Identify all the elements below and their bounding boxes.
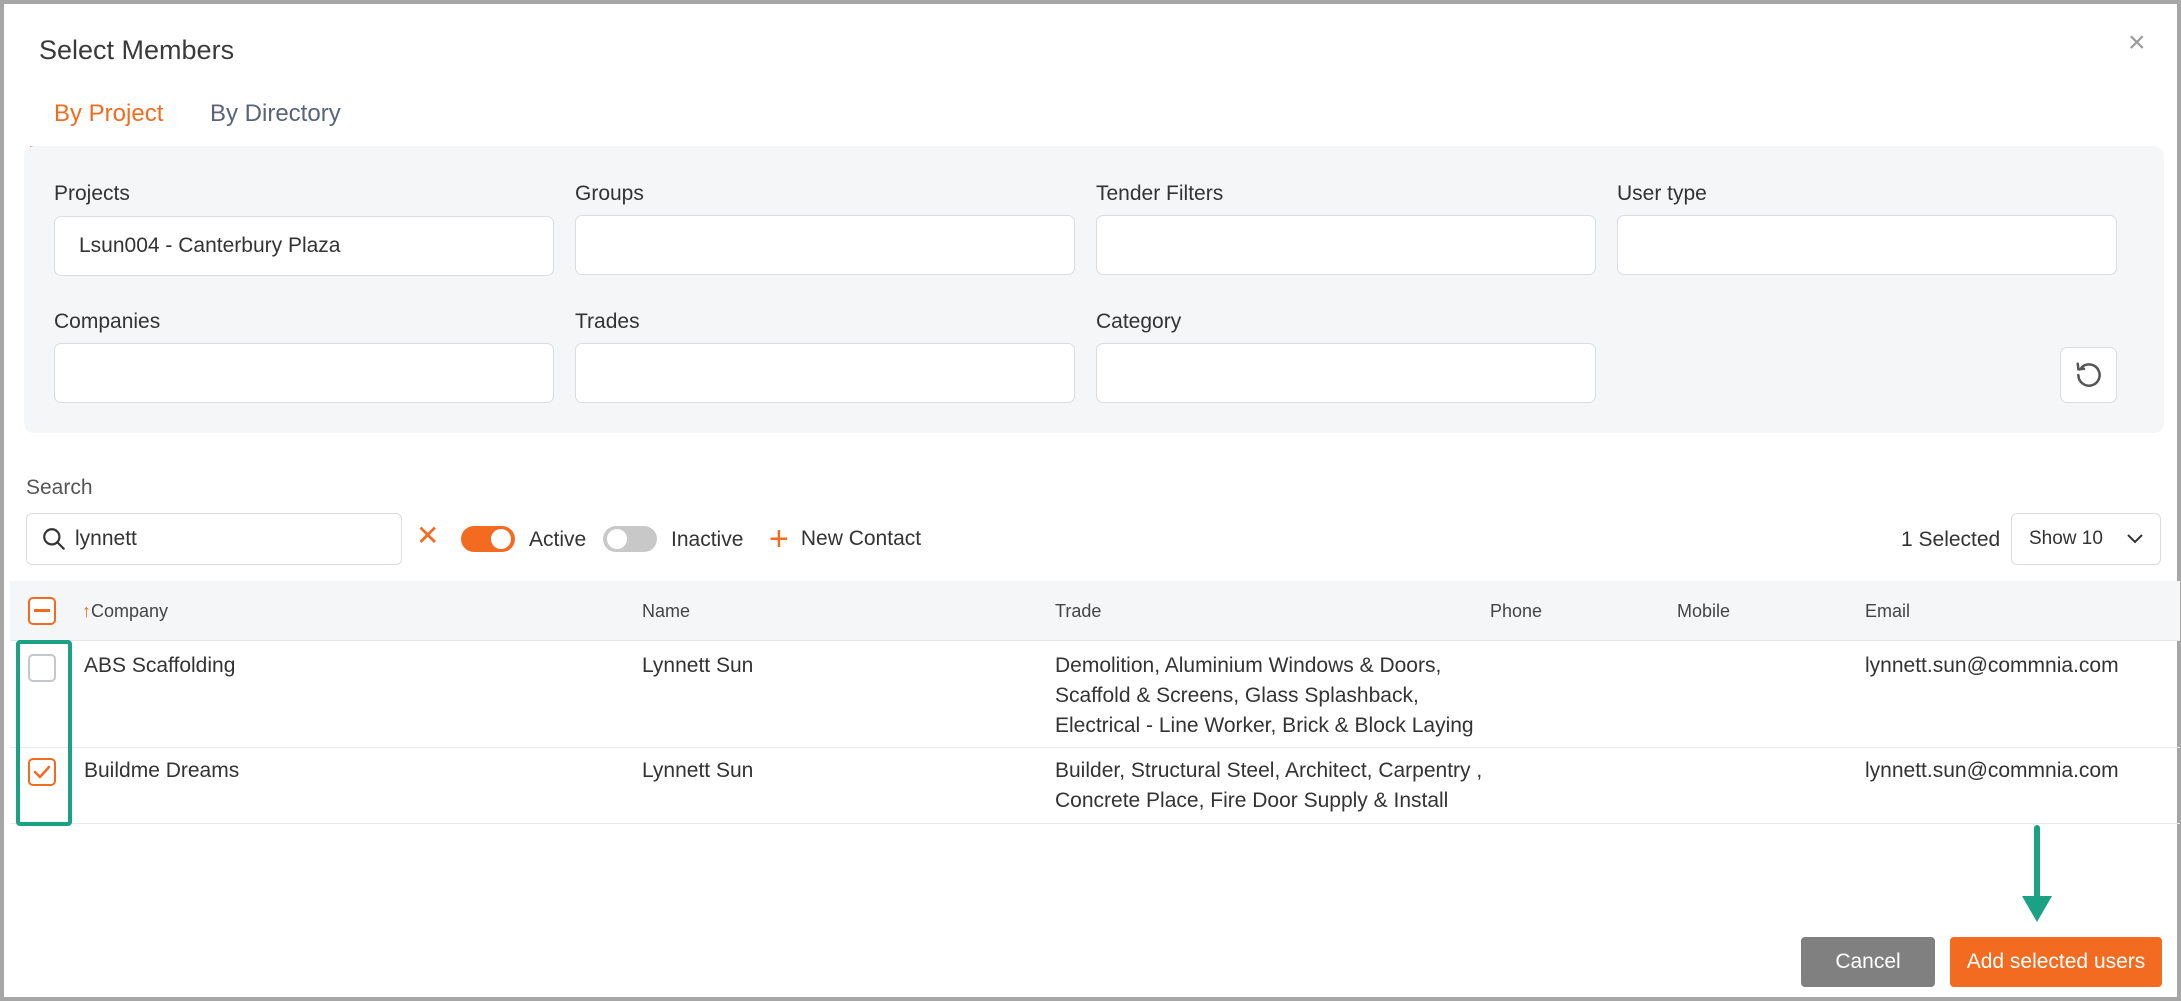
select-all-checkbox[interactable] xyxy=(28,597,56,625)
trades-select[interactable] xyxy=(575,343,1075,403)
page-size-select[interactable]: Show 10 xyxy=(2011,513,2161,565)
plus-icon: + xyxy=(769,520,789,558)
clear-icon[interactable]: ✕ xyxy=(416,522,439,550)
inactive-label: Inactive xyxy=(671,528,744,551)
minus-icon xyxy=(34,609,50,612)
projects-label: Projects xyxy=(54,182,130,205)
dialog-title: Select Members xyxy=(39,35,235,65)
companies-label: Companies xyxy=(54,310,161,333)
projects-value: Lsun004 - Canterbury Plaza xyxy=(79,234,341,257)
search-box xyxy=(26,513,402,565)
groups-label: Groups xyxy=(575,182,644,205)
row-email: lynnett.sun@commnia.com xyxy=(1865,759,2119,782)
row-name: Lynnett Sun xyxy=(642,759,754,782)
reset-filters-button[interactable] xyxy=(2060,347,2117,403)
column-email-header[interactable]: Email xyxy=(1865,601,1910,622)
tender-filters-select[interactable] xyxy=(1096,215,1596,275)
column-name-header[interactable]: Name xyxy=(642,601,690,622)
new-contact-button[interactable]: + New Contact xyxy=(769,522,921,556)
row-email: lynnett.sun@commnia.com xyxy=(1865,654,2119,677)
trade-line: Builder, Structural Steel, Architect, Ca… xyxy=(1055,759,1483,782)
checkbox-highlight-annotation xyxy=(16,640,72,826)
user-type-select[interactable] xyxy=(1617,215,2117,275)
sort-asc-icon: ↑ xyxy=(82,601,91,621)
page-size-value: Show 10 xyxy=(2029,528,2103,549)
arrow-down-annotation-icon xyxy=(2022,825,2052,922)
row-name: Lynnett Sun xyxy=(642,654,754,677)
active-toggle[interactable] xyxy=(461,526,515,552)
tab-by-project[interactable]: By Project xyxy=(30,100,186,148)
chevron-down-icon xyxy=(2127,534,2143,544)
category-label: Category xyxy=(1096,310,1182,333)
row-company: Buildme Dreams xyxy=(84,759,240,782)
inactive-toggle[interactable] xyxy=(603,526,657,552)
selected-count: 1 Selected xyxy=(1901,528,2001,551)
add-selected-users-button[interactable]: Add selected users xyxy=(1950,937,2162,987)
column-company-header[interactable]: ↑Company xyxy=(82,601,168,622)
trades-label: Trades xyxy=(575,310,640,333)
groups-select[interactable] xyxy=(575,215,1075,275)
cancel-button[interactable]: Cancel xyxy=(1801,937,1935,987)
column-mobile-header[interactable]: Mobile xyxy=(1677,601,1730,622)
reset-icon xyxy=(2076,362,2101,387)
row-trade: Builder, Structural Steel, Architect, Ca… xyxy=(1055,756,1482,816)
trade-line: Demolition, Aluminium Windows & Doors, xyxy=(1055,654,1442,677)
search-label: Search xyxy=(26,476,93,499)
search-input[interactable] xyxy=(75,527,375,551)
close-icon[interactable]: × xyxy=(2128,28,2146,58)
tender-filters-label: Tender Filters xyxy=(1096,182,1224,205)
projects-select[interactable]: Lsun004 - Canterbury Plaza xyxy=(54,216,554,276)
user-type-label: User type xyxy=(1617,182,1707,205)
active-label: Active xyxy=(529,528,587,551)
row-trade: Demolition, Aluminium Windows & Doors, S… xyxy=(1055,651,1474,741)
row-company: ABS Scaffolding xyxy=(84,654,236,677)
search-icon xyxy=(43,528,65,550)
category-select[interactable] xyxy=(1096,343,1596,403)
new-contact-label: New Contact xyxy=(800,527,922,550)
trade-line: Concrete Place, Fire Door Supply & Insta… xyxy=(1055,789,1449,812)
companies-select[interactable] xyxy=(54,343,554,403)
dialog: Select Members × By Project By Directory… xyxy=(0,0,2181,1001)
column-company-label: Company xyxy=(91,601,169,621)
tab-by-directory[interactable]: By Directory xyxy=(210,100,341,148)
column-phone-header[interactable]: Phone xyxy=(1490,601,1542,622)
trade-line: Scaffold & Screens, Glass Splashback, xyxy=(1055,684,1419,707)
column-trade-header[interactable]: Trade xyxy=(1055,601,1101,622)
trade-line: Electrical - Line Worker, Brick & Block … xyxy=(1055,714,1474,737)
